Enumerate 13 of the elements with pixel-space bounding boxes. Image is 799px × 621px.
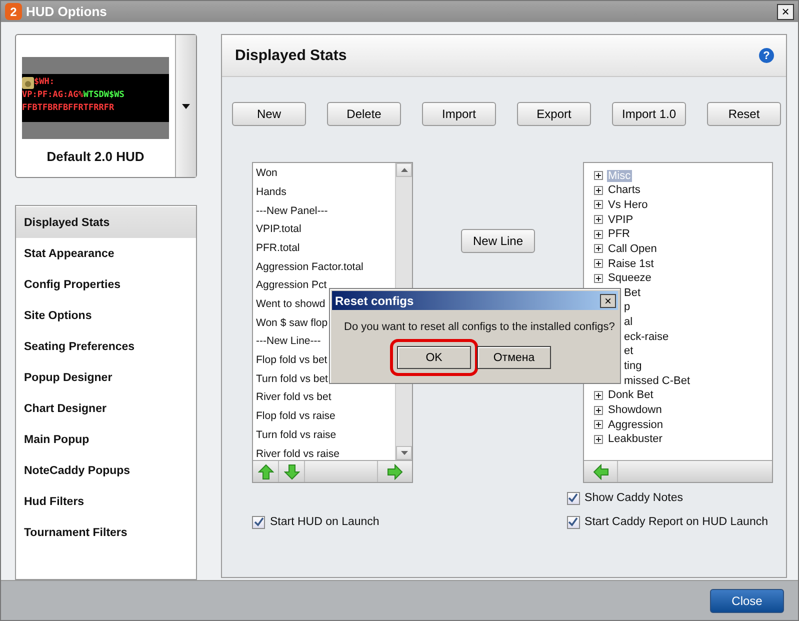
checkbox-label: Show Caddy Notes — [584, 492, 683, 504]
hud-preview-text: VP:PF:AG:AG% — [22, 89, 84, 102]
app-logo: 2 — [5, 3, 22, 20]
hud-preview-text: FFBTFBRFBFFRTFRRFR — [22, 102, 114, 116]
hud-preview-text: WTSDW$WS — [83, 89, 124, 102]
checkbox-label: Start Caddy Report on HUD Launch — [584, 516, 768, 528]
hud-preview-text: $WH: — [34, 76, 54, 90]
window-title: HUD Options — [26, 4, 108, 20]
hud-name: Default 2.0 HUD — [46, 149, 144, 164]
dialog-title: Reset configs — [335, 294, 415, 308]
dialog-message: Do you want to reset all configs to the installed configs? — [344, 321, 615, 333]
checkbox-label: Start HUD on Launch — [270, 516, 380, 528]
panel-title: Displayed Stats — [235, 47, 348, 64]
